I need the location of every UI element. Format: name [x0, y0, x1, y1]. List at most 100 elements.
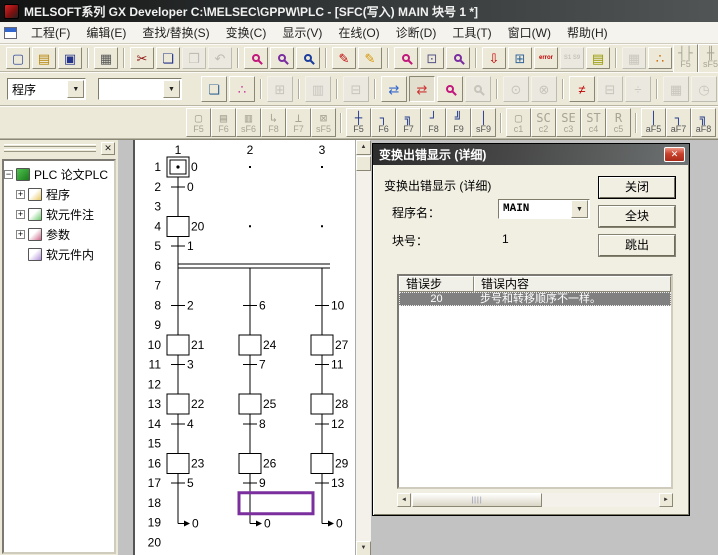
- statement-display-icon[interactable]: ∴: [229, 76, 255, 102]
- titlebar[interactable]: MELSOFT系列 GX Developer C:\MELSEC\GPPW\PL…: [0, 0, 718, 22]
- scrollbar-thumb[interactable]: [356, 156, 371, 171]
- expand-icon[interactable]: +: [16, 230, 25, 239]
- menu-窗口[interactable]: 窗口(W): [500, 21, 559, 44]
- print-icon[interactable]: ▦: [94, 47, 118, 69]
- device-test-icon[interactable]: ≠: [569, 76, 595, 102]
- tree-item-label: 程序: [46, 186, 70, 203]
- sfc-step[interactable]: [167, 453, 189, 473]
- write-mode-icon[interactable]: ✎: [332, 47, 356, 69]
- sfc-symbol-sF5-button: ╫sF5: [698, 44, 718, 73]
- drag-grip[interactable]: [4, 144, 96, 147]
- dialog-titlebar[interactable]: 变换出错显示 (详细) ✕: [373, 144, 689, 165]
- sfc-symbol-F8-button[interactable]: ┘F8: [421, 108, 446, 137]
- comment-display-icon[interactable]: ❏: [201, 76, 227, 102]
- sfc-zoom-display-icon[interactable]: ⇄: [409, 76, 435, 102]
- sfc-block-display-icon[interactable]: ⇄: [381, 76, 407, 102]
- menu-显示[interactable]: 显示(V): [274, 21, 330, 44]
- monitor-icon[interactable]: [394, 47, 418, 69]
- error-row[interactable]: 20步号和转移顺序不一样。: [399, 292, 671, 306]
- sfc-symbol-aF5-button[interactable]: │aF5: [641, 108, 666, 137]
- open-project-icon[interactable]: ▤: [32, 47, 56, 69]
- cut-icon[interactable]: ✂: [130, 47, 154, 69]
- plc-write-icon[interactable]: ⇩: [482, 47, 506, 69]
- tree-panel-header[interactable]: ✕: [0, 140, 118, 158]
- scroll-right-icon[interactable]: ►: [659, 493, 673, 507]
- sfc-step[interactable]: [167, 335, 189, 355]
- sfc-jump-arrow-icon[interactable]: [256, 521, 262, 527]
- sidebar-item-project-root[interactable]: −PLC 论文PLC: [4, 164, 114, 184]
- sfc-step[interactable]: [167, 394, 189, 414]
- menu-变换[interactable]: 变换(C): [218, 21, 275, 44]
- error-check-icon[interactable]: error: [534, 47, 558, 69]
- error-step-column-header[interactable]: 错误步: [399, 276, 474, 292]
- scroll-up-icon[interactable]: ▲: [356, 140, 371, 155]
- sfc-symbol-aF8-button[interactable]: ╗aF8: [691, 108, 716, 137]
- device-combo[interactable]: ▼: [98, 78, 182, 100]
- sfc-step[interactable]: [239, 335, 261, 355]
- mdi-child-icon[interactable]: [4, 27, 17, 39]
- sfc-step[interactable]: [167, 216, 189, 236]
- drag-grip[interactable]: [4, 149, 96, 152]
- close-icon[interactable]: ✕: [101, 142, 115, 155]
- sfc-symbol-F5-button[interactable]: ┼F5: [346, 108, 371, 137]
- sfc-step[interactable]: [311, 453, 333, 473]
- jump-button[interactable]: 跳出: [599, 235, 675, 256]
- sfc-editor-window[interactable]: 1231234567891011121314151617181920012610…: [133, 140, 371, 555]
- sidebar-item-软元件注[interactable]: +软元件注: [4, 204, 114, 224]
- sfc-symbol-F7-button[interactable]: ╗F7: [396, 108, 421, 137]
- sfc-step[interactable]: [311, 335, 333, 355]
- sfc-jump-arrow-icon[interactable]: [184, 521, 190, 527]
- menu-诊断[interactable]: 诊断(D): [388, 21, 445, 44]
- menu-在线[interactable]: 在线(O): [330, 21, 387, 44]
- collapse-icon[interactable]: −: [4, 170, 13, 179]
- save-project-icon[interactable]: ▣: [58, 47, 82, 69]
- sfc-jump-arrow-icon[interactable]: [328, 521, 334, 527]
- sfc-symbol-sF9-button[interactable]: │sF9: [471, 108, 496, 137]
- monitor-circuit-icon[interactable]: [446, 47, 470, 69]
- screen-transfer-icon[interactable]: ⊡: [420, 47, 444, 69]
- scroll-down-icon[interactable]: ▼: [356, 541, 371, 555]
- scrollbar-thumb[interactable]: ||||: [412, 493, 542, 507]
- menu-帮助[interactable]: 帮助(H): [559, 21, 616, 44]
- verify-icon[interactable]: ⊞: [508, 47, 532, 69]
- expand-icon[interactable]: +: [16, 190, 25, 199]
- expand-icon[interactable]: +: [16, 210, 25, 219]
- menu-工程[interactable]: 工程(F): [23, 21, 78, 44]
- scroll-left-icon[interactable]: ◄: [397, 493, 411, 507]
- vertical-scrollbar[interactable]: ▲ ▼: [355, 140, 371, 555]
- sfc-step[interactable]: [311, 394, 333, 414]
- chevron-down-icon[interactable]: ▼: [571, 200, 588, 218]
- sfc-chart[interactable]: 1231234567891011121314151617181920012610…: [135, 140, 356, 555]
- close-icon[interactable]: ✕: [664, 147, 685, 162]
- sidebar-item-参数[interactable]: +参数: [4, 224, 114, 244]
- menu-编辑[interactable]: 编辑(E): [78, 21, 134, 44]
- print-glyph: ▦: [100, 52, 112, 65]
- insert-mode-icon[interactable]: ✎: [358, 47, 382, 69]
- menu-工具[interactable]: 工具(T): [444, 21, 499, 44]
- block-tree-icon[interactable]: ∴: [648, 47, 672, 69]
- copy-icon[interactable]: ❏: [156, 47, 180, 69]
- chevron-down-icon[interactable]: ▼: [67, 80, 84, 98]
- close-button[interactable]: 关闭: [599, 177, 675, 198]
- find-icon[interactable]: [244, 47, 268, 69]
- sidebar-item-程序[interactable]: + 程序: [4, 184, 114, 204]
- sfc-symbol-F9-button[interactable]: ╝F9: [446, 108, 471, 137]
- sfc-symbol-F6-button[interactable]: ┐F6: [371, 108, 396, 137]
- sfc-symbol-aF7-button[interactable]: ┐aF7: [666, 108, 691, 137]
- sidebar-item-软元件内[interactable]: 软元件内: [4, 244, 114, 264]
- block-list-icon[interactable]: ▤: [586, 47, 610, 69]
- device-test-glyph: ≠: [578, 83, 585, 96]
- all-blocks-button[interactable]: 全块: [599, 206, 675, 227]
- data-type-combo[interactable]: 程序 ▼: [7, 78, 86, 100]
- find-circuit-icon[interactable]: [270, 47, 294, 69]
- horizontal-scrollbar[interactable]: ◄ |||| ►: [397, 493, 673, 507]
- error-content-column-header[interactable]: 错误内容: [474, 276, 671, 292]
- new-project-icon[interactable]: ▢: [6, 47, 30, 69]
- sfc-find-icon[interactable]: [437, 76, 463, 102]
- program-name-combo[interactable]: MAIN ▼: [498, 199, 590, 219]
- sfc-step[interactable]: [239, 394, 261, 414]
- chevron-down-icon[interactable]: ▼: [163, 80, 180, 98]
- menu-查找/替换[interactable]: 查找/替换(S): [134, 21, 217, 44]
- find-device-icon[interactable]: [296, 47, 320, 69]
- sfc-step[interactable]: [239, 453, 261, 473]
